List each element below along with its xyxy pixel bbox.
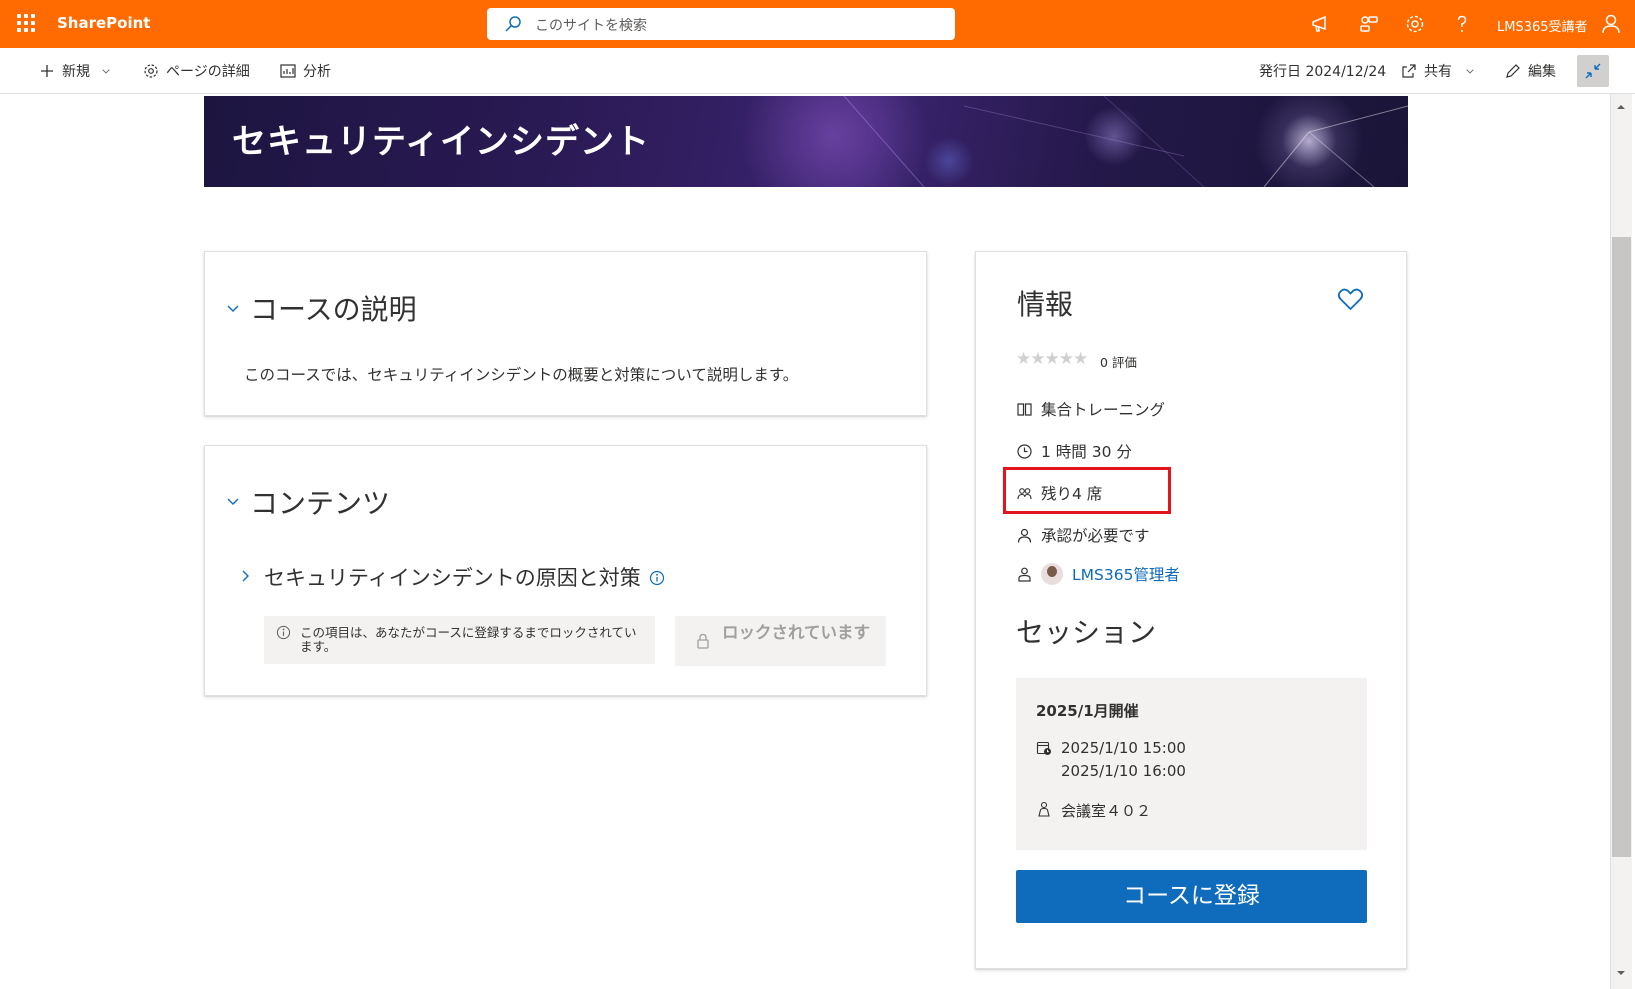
info-icon	[276, 625, 291, 640]
description-card	[204, 251, 927, 416]
search-icon	[505, 16, 521, 32]
rating-stars[interactable]: ★★★★★	[1016, 349, 1088, 369]
person-icon	[1017, 528, 1032, 543]
session-card[interactable]: 2025/1月開催 2025/1/10 15:00 2025/1/10 16:0…	[1016, 678, 1367, 850]
session-name: 2025/1月開催	[1036, 702, 1139, 720]
hero-banner: セキュリティインシデント	[204, 96, 1408, 187]
location-person-icon	[1038, 801, 1050, 817]
approval-row: 承認が必要です	[1016, 524, 1150, 546]
chevron-down-icon	[1466, 69, 1474, 74]
lock-notice-text: この項目は、あなたがコースに登録するまでロックされています。	[300, 625, 637, 654]
suite-bar: SharePoint このサイトを検索 LMS365受講者	[0, 0, 1635, 48]
duration-row: 1 時間 30 分	[1016, 440, 1132, 462]
calendar-clock-icon	[1036, 741, 1051, 755]
owner-avatar[interactable]	[1041, 563, 1063, 585]
description-title[interactable]: コースの説明	[250, 288, 417, 328]
published-date: 発行日 2024/12/24	[1259, 61, 1386, 81]
scrollbar-thumb[interactable]	[1612, 237, 1631, 857]
locked-button-label: ロックされています	[721, 623, 870, 642]
scroll-up-arrow-icon[interactable]	[1614, 100, 1628, 114]
search-placeholder: このサイトを検索	[535, 18, 647, 34]
lock-icon	[697, 633, 709, 649]
chevron-down-icon	[102, 69, 110, 74]
session-location: 会議室４０２	[1061, 802, 1152, 820]
edit-label: 編集	[1528, 64, 1556, 80]
analytics-button[interactable]: 分析	[279, 61, 331, 81]
content-item-title[interactable]: セキュリティインシデントの原因と対策	[264, 562, 641, 592]
help-icon[interactable]	[1450, 12, 1474, 36]
published-label: 発行日 2024/12/24	[1259, 64, 1387, 80]
lock-notice: この項目は、あなたがコースに登録するまでロックされています。	[264, 616, 655, 664]
page-details-label: ページの詳細	[166, 64, 250, 80]
owner-link[interactable]: LMS365管理者	[1072, 563, 1180, 585]
contents-title[interactable]: コンテンツ	[250, 482, 390, 522]
rating-count: 0 評価	[1100, 355, 1137, 370]
edit-button[interactable]: 編集	[1504, 61, 1556, 81]
scroll-down-arrow-icon[interactable]	[1614, 966, 1628, 980]
locked-button: ロックされています	[675, 616, 886, 666]
gear-icon	[144, 64, 158, 78]
page-details-button[interactable]: ページの詳細	[142, 61, 250, 81]
megaphone-icon[interactable]	[1309, 12, 1333, 36]
info-title: 情報	[1017, 288, 1074, 321]
highlight-box	[1003, 467, 1171, 514]
chevron-down-icon[interactable]	[226, 301, 240, 315]
duration: 1 時間 30 分	[1041, 443, 1132, 461]
info-icon[interactable]	[649, 570, 665, 586]
training-type-row: 集合トレーニング	[1016, 398, 1165, 420]
session-start: 2025/1/10 15:00	[1061, 739, 1186, 757]
search-box[interactable]: このサイトを検索	[487, 8, 955, 40]
brand-name[interactable]: SharePoint	[57, 14, 150, 32]
user-name[interactable]: LMS365受講者	[1497, 16, 1588, 35]
share-button[interactable]: 共有	[1400, 61, 1476, 81]
collapse-button[interactable]	[1577, 55, 1609, 87]
banner-title: セキュリティインシデント	[232, 122, 650, 162]
plus-icon	[41, 65, 53, 77]
book-icon	[1017, 402, 1032, 416]
heart-icon[interactable]	[1337, 287, 1364, 312]
new-button[interactable]: 新規	[38, 61, 112, 81]
chevron-down-icon[interactable]	[226, 494, 240, 508]
clock-icon	[1017, 443, 1032, 459]
training-type: 集合トレーニング	[1041, 401, 1166, 419]
analytics-label: 分析	[303, 64, 331, 80]
owner-row: LMS365管理者	[1016, 563, 1180, 585]
share-icon	[1402, 64, 1416, 78]
teams-connect-icon[interactable]	[1357, 12, 1381, 36]
session-end: 2025/1/10 16:00	[1061, 762, 1186, 780]
user-avatar-icon[interactable]	[1599, 12, 1623, 36]
person-icon	[1018, 567, 1031, 582]
session-title: セッション	[1016, 616, 1157, 649]
gear-icon[interactable]	[1403, 12, 1427, 36]
description-text: このコースでは、セキュリティインシデントの概要と対策について説明します。	[244, 366, 799, 384]
pencil-icon	[1506, 64, 1520, 78]
share-label: 共有	[1424, 64, 1452, 80]
chart-icon	[280, 64, 296, 78]
chevron-right-icon[interactable]	[238, 569, 252, 583]
register-button[interactable]: コースに登録	[1016, 870, 1367, 923]
collapse-icon	[1585, 63, 1601, 79]
app-launcher-icon[interactable]	[17, 14, 35, 32]
approval-required: 承認が必要です	[1041, 527, 1150, 545]
command-bar: 新規 ページの詳細 分析 発行日 2024/12/24 共有 編集	[0, 48, 1635, 94]
new-label: 新規	[62, 64, 90, 80]
